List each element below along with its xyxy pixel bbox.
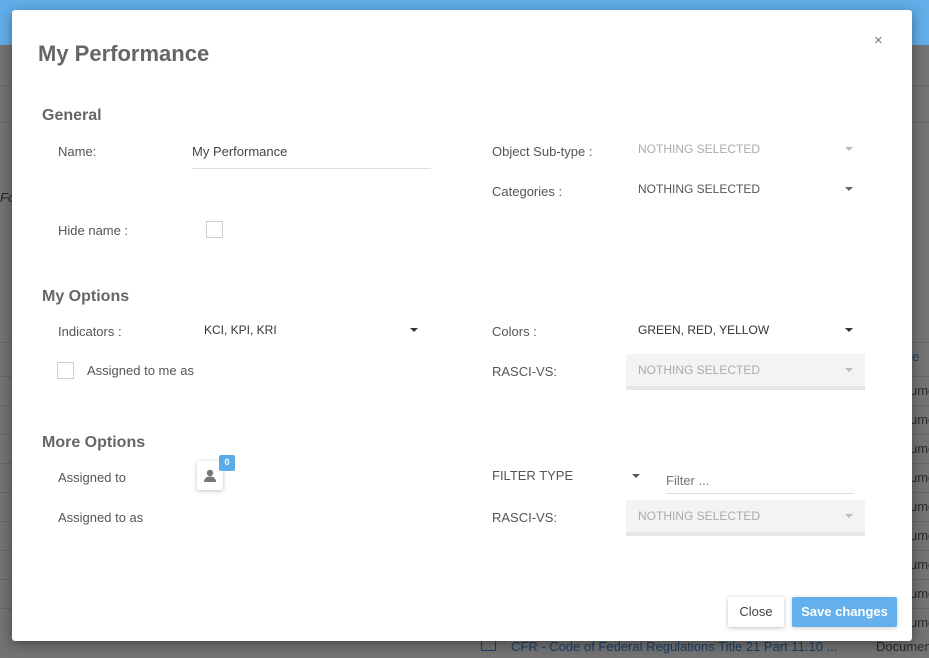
- background-cell: umen: [910, 557, 929, 572]
- close-icon[interactable]: ×: [874, 32, 883, 49]
- section-more-options: More Options: [42, 434, 146, 451]
- chevron-down-icon[interactable]: [632, 474, 640, 478]
- background-cell: umen: [910, 586, 929, 601]
- background-cell: umen: [910, 383, 929, 398]
- background-cell: umen: [910, 499, 929, 514]
- chevron-down-icon[interactable]: [410, 328, 418, 332]
- rasci-select-2-value: NOTHING SELECTED: [638, 509, 761, 523]
- monitor-icon: [481, 640, 496, 651]
- section-general: General: [42, 107, 102, 124]
- assigned-to-me-label: Assigned to me as: [87, 363, 194, 378]
- indicators-select[interactable]: KCI, KPI, KRI: [204, 323, 277, 337]
- background-cell: umen: [910, 441, 929, 456]
- chevron-down-icon[interactable]: [845, 514, 853, 518]
- name-input[interactable]: My Performance: [192, 144, 287, 159]
- filter-type-select[interactable]: FILTER TYPE: [492, 468, 573, 483]
- object-subtype-select[interactable]: NOTHING SELECTED: [638, 142, 760, 156]
- indicators-label: Indicators :: [58, 324, 122, 339]
- column-header: e: [912, 349, 920, 364]
- rasci-label-2: RASCI-VS:: [492, 510, 558, 525]
- background-cell: umen: [910, 528, 929, 543]
- background-cell: umen: [910, 470, 929, 485]
- colors-select[interactable]: GREEN, RED, YELLOW: [638, 323, 769, 337]
- my-performance-dialog: My Performance × General Name: My Perfor…: [12, 10, 912, 641]
- document-type: Documen: [876, 639, 929, 654]
- section-my-options: My Options: [42, 288, 130, 305]
- chevron-down-icon[interactable]: [845, 368, 853, 372]
- rasci-select-value: NOTHING SELECTED: [638, 363, 761, 377]
- rasci-label: RASCI-VS:: [492, 364, 558, 379]
- colors-label: Colors :: [492, 324, 537, 339]
- categories-select[interactable]: NOTHING SELECTED: [638, 182, 760, 196]
- hide-name-label: Hide name :: [58, 223, 129, 238]
- assigned-to-me-checkbox[interactable]: [57, 362, 74, 379]
- save-changes-button[interactable]: Save changes: [792, 597, 897, 627]
- categories-label: Categories :: [492, 184, 563, 199]
- background-cell: umen: [910, 615, 929, 630]
- chevron-down-icon[interactable]: [845, 187, 853, 191]
- assigned-to-label: Assigned to: [58, 470, 126, 485]
- assigned-to-as-label: Assigned to as: [58, 510, 144, 525]
- close-button[interactable]: Close: [728, 597, 784, 627]
- document-link[interactable]: CFR - Code of Federal Regulations Title …: [511, 639, 837, 654]
- name-input-underline: [192, 168, 431, 169]
- chevron-down-icon[interactable]: [845, 328, 853, 332]
- object-subtype-label: Object Sub-type :: [492, 144, 593, 159]
- dialog-title: My Performance: [38, 41, 210, 66]
- hide-name-checkbox[interactable]: [206, 221, 223, 238]
- assigned-count-badge: 0: [219, 455, 235, 471]
- name-label: Name:: [58, 144, 97, 159]
- chevron-down-icon[interactable]: [845, 147, 853, 151]
- background-cell: umen: [910, 412, 929, 427]
- filter-input[interactable]: [666, 468, 854, 494]
